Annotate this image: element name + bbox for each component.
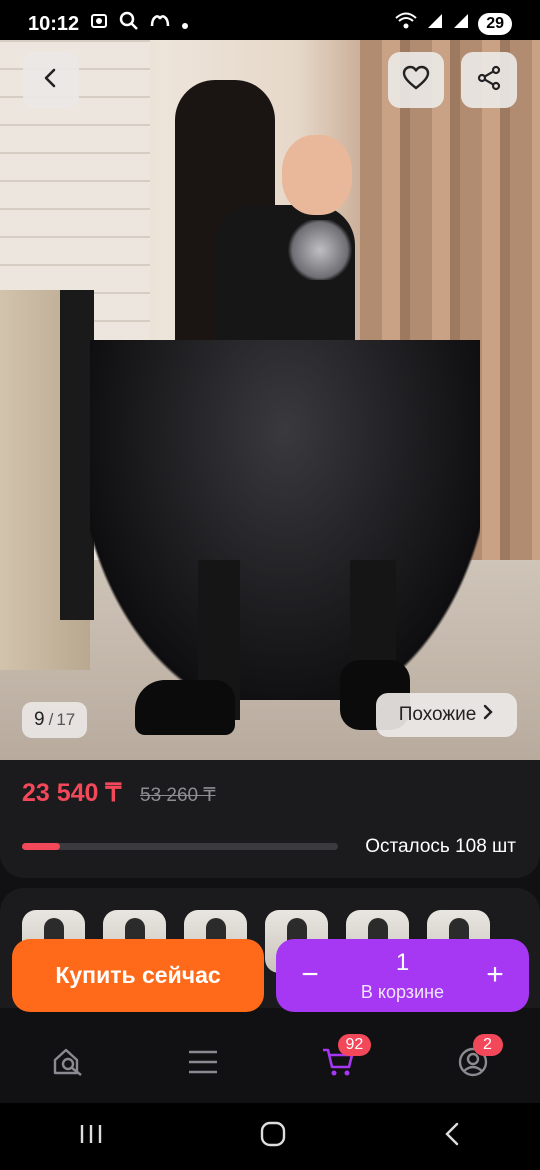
- nav-profile[interactable]: 2: [443, 1034, 503, 1094]
- chevron-right-icon: [482, 704, 494, 726]
- stock-remaining: Осталось 108 шт: [365, 836, 516, 857]
- system-back-button[interactable]: [442, 1121, 462, 1152]
- search-icon: [51, 1045, 85, 1084]
- image-boot-left: [135, 680, 235, 735]
- recent-apps-button[interactable]: [78, 1122, 104, 1151]
- stock-progress-fill: [22, 843, 60, 850]
- chevron-left-icon: [39, 66, 63, 95]
- old-price: 53 260 ₸: [140, 785, 216, 806]
- favorite-button[interactable]: [388, 52, 444, 108]
- stock-progress-bar: [22, 843, 338, 850]
- image-pedestal-shadow: [60, 290, 94, 620]
- notification-dot-icon: [181, 13, 189, 36]
- screenshot-icon: [89, 11, 109, 37]
- similar-label: Похожие: [398, 704, 477, 725]
- back-button[interactable]: [23, 52, 79, 108]
- current-price: 23 540 ₸: [22, 779, 122, 807]
- share-icon: [476, 65, 502, 96]
- system-navigation-bar: [0, 1103, 540, 1170]
- image-counter: 9 / 17: [22, 702, 88, 738]
- signal-2-icon: [452, 12, 470, 36]
- buy-now-label: Купить сейчас: [55, 962, 221, 988]
- wifi-icon: [394, 11, 418, 37]
- bottom-navigation: 92 2: [0, 1025, 540, 1103]
- app-status-icon: [149, 11, 171, 37]
- nav-home-search[interactable]: [38, 1034, 98, 1094]
- home-button[interactable]: [259, 1120, 287, 1153]
- image-counter-current: 9: [34, 709, 45, 730]
- increase-quantity-button[interactable]: +: [473, 953, 517, 997]
- image-counter-total: 17: [56, 710, 76, 729]
- search-status-icon: [119, 11, 139, 37]
- cart-count-badge: 92: [337, 1034, 372, 1056]
- product-image[interactable]: [0, 40, 540, 760]
- status-time: 10:12: [28, 12, 80, 35]
- share-button[interactable]: [461, 52, 517, 108]
- buy-now-button[interactable]: Купить сейчас: [12, 939, 264, 1012]
- image-model-face: [282, 135, 352, 215]
- menu-icon: [187, 1049, 219, 1080]
- cart-quantity-control: − 1 В корзине +: [276, 939, 529, 1012]
- nav-catalog[interactable]: [173, 1034, 233, 1094]
- battery-indicator: 29: [478, 13, 512, 35]
- nav-cart[interactable]: 92: [308, 1034, 372, 1094]
- heart-icon: [402, 65, 430, 96]
- image-counter-separator: /: [48, 710, 54, 729]
- similar-button[interactable]: Похожие: [376, 693, 517, 737]
- image-sleeve-ruffle: [285, 220, 355, 280]
- image-tulle-skirt: [90, 340, 480, 700]
- profile-notification-badge: 2: [472, 1034, 503, 1056]
- signal-icon: [426, 12, 444, 36]
